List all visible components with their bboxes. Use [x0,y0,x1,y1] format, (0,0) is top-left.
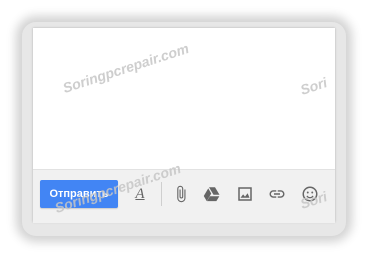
compose-toolbar: Отправить A [33,169,335,223]
send-button[interactable]: Отправить [40,180,118,208]
font-format-icon[interactable]: A [129,183,151,205]
drive-icon[interactable] [201,183,223,205]
toolbar-divider [161,182,162,206]
insert-link-icon[interactable] [266,183,288,205]
attach-icon[interactable] [170,183,192,205]
compose-window: Отправить A [33,28,335,223]
insert-photo-icon[interactable] [234,183,256,205]
message-body-editor[interactable] [33,28,335,169]
emoji-icon[interactable] [299,183,321,205]
